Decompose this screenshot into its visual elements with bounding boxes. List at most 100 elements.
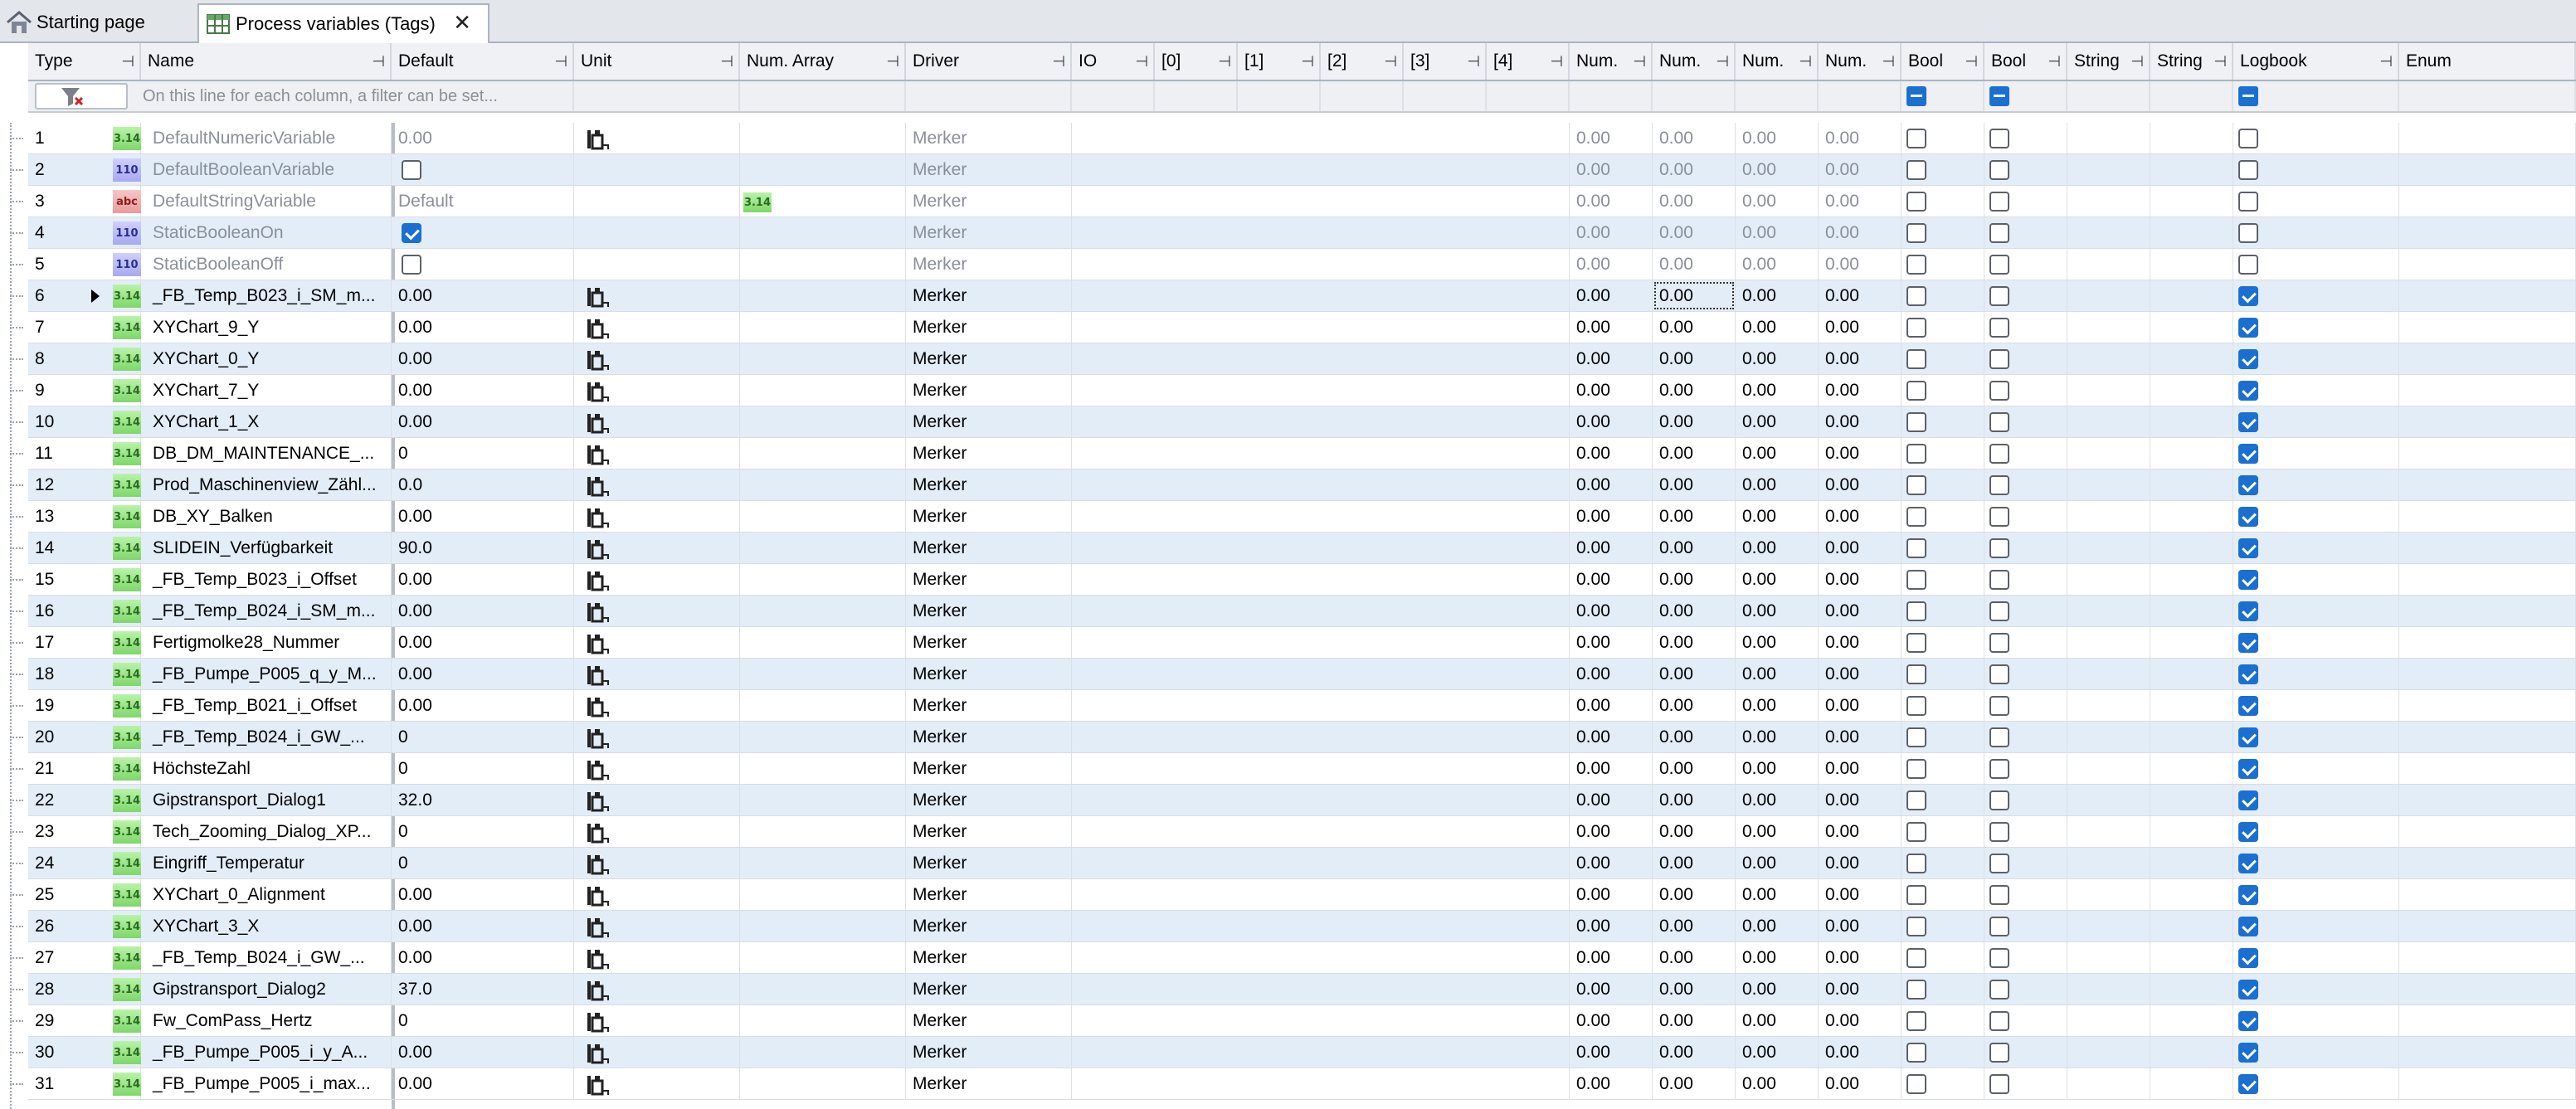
unit-picker-icon[interactable] — [586, 537, 611, 560]
table-row[interactable]: 28 3.14 Gipstransport_Dialog2 37.0 Merker 0.0… — [10, 974, 2576, 1005]
driver-cell[interactable]: Merker — [906, 438, 1072, 469]
type-cell[interactable]: 110 — [108, 249, 144, 280]
string-cell[interactable] — [2067, 438, 2150, 469]
unit-cell[interactable] — [574, 848, 740, 878]
table-row[interactable]: 20 3.14 _FB_Temp_B024_i_GW_... 0 Merker 0.00 0… — [10, 722, 2576, 753]
bool-cell[interactable] — [1984, 564, 2067, 595]
bool-cell[interactable] — [1984, 469, 2067, 500]
io-cell[interactable] — [1072, 217, 1570, 248]
num-cell[interactable]: 0.00 — [1653, 1037, 1736, 1068]
logbook-checkbox[interactable] — [2238, 822, 2258, 842]
io-cell[interactable] — [1072, 1005, 1570, 1036]
num-cell[interactable]: 0.00 — [1819, 690, 1902, 721]
logbook-cell[interactable] — [2233, 753, 2399, 784]
bool-checkbox[interactable] — [1989, 917, 2009, 936]
bool-checkbox[interactable] — [1989, 475, 2009, 495]
num-array-cell[interactable] — [740, 1068, 906, 1099]
logbook-checkbox[interactable] — [2238, 129, 2258, 148]
num-cell[interactable]: 0.00 — [1570, 123, 1653, 153]
string-cell[interactable] — [2067, 1005, 2150, 1036]
type-cell[interactable]: 3.14 — [108, 690, 144, 721]
unit-picker-icon[interactable] — [586, 285, 611, 308]
unit-cell[interactable] — [574, 659, 740, 689]
type-cell[interactable]: 3.14 — [108, 753, 144, 784]
name-cell[interactable]: _FB_Temp_B024_i_SM_m... — [146, 596, 392, 626]
column-header-num1[interactable]: Num. ⊣ — [1570, 43, 1653, 80]
bool-cell[interactable] — [1902, 942, 1984, 973]
default-cell[interactable]: 0.00 — [392, 123, 574, 153]
pin-icon[interactable]: ⊣ — [886, 43, 899, 80]
type-cell[interactable]: 3.14 — [108, 1005, 144, 1036]
bool-cell[interactable] — [1902, 1068, 1984, 1099]
num-array-cell[interactable] — [740, 343, 906, 374]
num-cell[interactable]: 0.00 — [1736, 375, 1819, 406]
driver-cell[interactable]: Merker — [906, 533, 1072, 563]
pin-icon[interactable]: ⊣ — [2048, 43, 2061, 80]
table-row[interactable]: 9 3.14 XYChart_7_Y 0.00 Merker 0.00 0.00 0.00 0.… — [10, 375, 2576, 406]
unit-cell[interactable] — [574, 438, 740, 469]
unit-cell[interactable] — [574, 627, 740, 658]
unit-picker-icon[interactable] — [586, 631, 611, 654]
num-array-cell[interactable]: 3.14 — [740, 186, 906, 216]
string-cell[interactable] — [2067, 154, 2150, 185]
filter-cell-numarray[interactable] — [740, 81, 906, 111]
default-cell[interactable]: 37.0 — [392, 974, 574, 1004]
filter-cell-string1[interactable] — [2067, 81, 2150, 111]
num-array-cell[interactable] — [740, 690, 906, 721]
num-cell[interactable]: 0.00 — [1653, 785, 1736, 815]
logbook-checkbox[interactable] — [2238, 696, 2258, 716]
string-cell[interactable] — [2150, 596, 2233, 626]
string-cell[interactable] — [2150, 375, 2233, 406]
driver-cell[interactable]: Merker — [906, 722, 1072, 752]
default-cell[interactable]: 0 — [392, 722, 574, 752]
filter-cell-i1[interactable] — [1238, 81, 1321, 111]
logbook-checkbox[interactable] — [2238, 727, 2258, 747]
num-cell[interactable]: 0.00 — [1653, 1068, 1736, 1099]
num-cell[interactable]: 0.00 — [1736, 659, 1819, 689]
name-cell[interactable]: DefaultNumericVariable — [146, 123, 392, 153]
num-array-cell[interactable] — [740, 533, 906, 563]
type-cell[interactable]: 3.14 — [108, 123, 144, 153]
pin-icon[interactable]: ⊣ — [1135, 43, 1148, 80]
num-cell[interactable]: 0.00 — [1819, 217, 1902, 248]
io-cell[interactable] — [1072, 911, 1570, 941]
unit-cell[interactable] — [574, 596, 740, 626]
string-cell[interactable] — [2150, 911, 2233, 941]
num-cell[interactable]: 0.00 — [1819, 564, 1902, 595]
string-cell[interactable] — [2150, 816, 2233, 847]
name-cell[interactable]: Fw_ComPass_Hertz — [146, 1005, 392, 1036]
driver-cell[interactable]: Merker — [906, 848, 1072, 878]
num-cell[interactable]: 0.00 — [1653, 911, 1736, 941]
string-cell[interactable] — [2067, 375, 2150, 406]
column-header-string2[interactable]: String ⊣ — [2150, 43, 2233, 80]
num-cell[interactable]: 0.00 — [1653, 722, 1736, 752]
bool-cell[interactable] — [1902, 564, 1984, 595]
name-cell[interactable]: StaticBooleanOff — [146, 249, 392, 280]
num-cell[interactable]: 0.00 — [1570, 911, 1653, 941]
num-cell[interactable]: 0.00 — [1653, 1005, 1736, 1036]
enum-cell[interactable] — [2399, 1068, 2576, 1099]
num-cell[interactable]: 0.00 — [1819, 942, 1902, 973]
name-cell[interactable]: DB_DM_MAINTENANCE_... — [146, 438, 392, 469]
num-cell[interactable]: 0.00 — [1653, 816, 1736, 847]
io-cell[interactable] — [1072, 343, 1570, 374]
string-cell[interactable] — [2150, 154, 2233, 185]
unit-picker-icon[interactable] — [586, 442, 611, 465]
bool-checkbox[interactable] — [1989, 885, 2009, 905]
pin-icon[interactable]: ⊣ — [121, 43, 134, 80]
bool-cell[interactable] — [1984, 690, 2067, 721]
num-cell[interactable]: 0.00 — [1736, 343, 1819, 374]
string-cell[interactable] — [2150, 627, 2233, 658]
num-cell[interactable]: 0.00 — [1570, 312, 1653, 343]
num-cell[interactable]: 0.00 — [1736, 722, 1819, 752]
column-header-num2[interactable]: Num. ⊣ — [1653, 43, 1736, 80]
bool-checkbox[interactable] — [1989, 759, 2009, 779]
num-cell[interactable]: 0.00 — [1819, 154, 1902, 185]
num-cell[interactable]: 0.00 — [1653, 186, 1736, 216]
logbook-checkbox[interactable] — [2238, 1011, 2258, 1031]
string-cell[interactable] — [2067, 753, 2150, 784]
string-cell[interactable] — [2067, 501, 2150, 532]
string-cell[interactable] — [2150, 753, 2233, 784]
filter-cell-num3[interactable] — [1736, 81, 1819, 111]
logbook-cell[interactable] — [2233, 217, 2399, 248]
